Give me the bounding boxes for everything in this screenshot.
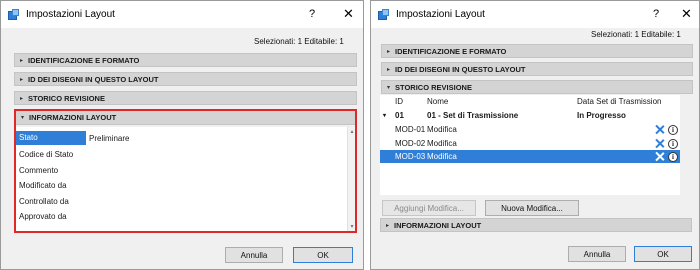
scroll-up-icon[interactable]: ▴ bbox=[348, 128, 356, 135]
property-label: Stato bbox=[16, 131, 86, 145]
collapse-arrow-icon: ▸ bbox=[19, 95, 23, 102]
dialog-title: Impostazioni Layout bbox=[26, 9, 115, 20]
group-row[interactable]: ▾ 01 01 - Set di Trasmissione In Progres… bbox=[380, 109, 680, 122]
section-layout-info[interactable]: ▸ INFORMAZIONI LAYOUT bbox=[380, 218, 692, 232]
section-label: IDENTIFICAZIONE E FORMATO bbox=[28, 55, 140, 65]
row-id: MOD-01 bbox=[395, 125, 426, 134]
ok-button[interactable]: OK bbox=[634, 246, 692, 262]
property-row[interactable]: Stato Preliminare bbox=[16, 130, 347, 146]
property-row[interactable]: Approvato da bbox=[16, 209, 347, 225]
header-date[interactable]: Data Set di Trasmission bbox=[577, 97, 661, 106]
table-row[interactable]: MOD-02 Modifica i bbox=[380, 137, 680, 150]
scroll-down-icon[interactable]: ▾ bbox=[348, 223, 356, 230]
section-label: ID DEI DISEGNI IN QUESTO LAYOUT bbox=[28, 74, 159, 84]
help-icon[interactable]: ? bbox=[309, 8, 315, 20]
close-icon[interactable]: ✕ bbox=[343, 6, 354, 22]
table-row-selected[interactable]: MOD-03 Modifica i bbox=[380, 150, 680, 163]
section-drawing-ids[interactable]: ▸ ID DEI DISEGNI IN QUESTO LAYOUT bbox=[14, 72, 357, 86]
expand-arrow-icon[interactable]: ▾ bbox=[383, 112, 386, 119]
delete-x-icon[interactable] bbox=[654, 151, 665, 162]
group-name: 01 - Set di Trasmissione bbox=[427, 111, 519, 120]
property-row[interactable]: Commento bbox=[16, 163, 347, 179]
delete-x-icon[interactable] bbox=[654, 138, 665, 149]
app-icon bbox=[378, 8, 390, 21]
layout-info-panel: ▾ INFORMAZIONI LAYOUT Stato Preliminare … bbox=[14, 109, 357, 233]
close-icon[interactable]: ✕ bbox=[681, 6, 692, 22]
property-label: Approvato da bbox=[19, 212, 67, 221]
property-label: Controllato da bbox=[19, 197, 69, 206]
header-name[interactable]: Nome bbox=[427, 97, 448, 106]
collapse-arrow-icon: ▸ bbox=[386, 48, 390, 55]
section-label: INFORMAZIONI LAYOUT bbox=[394, 220, 482, 230]
section-revision-history[interactable]: ▸ STORICO REVISIONE bbox=[14, 91, 357, 105]
property-list: Stato Preliminare Codice di Stato Commen… bbox=[16, 127, 355, 231]
section-identification[interactable]: ▸ IDENTIFICAZIONE E FORMATO bbox=[381, 44, 693, 58]
vertical-scrollbar[interactable]: ▴ ▾ bbox=[347, 127, 355, 231]
row-name: Modifica bbox=[427, 152, 457, 161]
revision-table: ID Nome Data Set di Trasmission ▾ 01 01 … bbox=[380, 95, 680, 195]
collapse-arrow-icon: ▸ bbox=[19, 57, 23, 64]
property-label: Commento bbox=[19, 166, 59, 175]
info-icon[interactable]: i bbox=[668, 138, 678, 149]
table-header: ID Nome Data Set di Trasmission bbox=[380, 95, 680, 108]
row-actions: i bbox=[654, 138, 678, 149]
section-drawing-ids[interactable]: ▸ ID DEI DISEGNI IN QUESTO LAYOUT bbox=[381, 62, 693, 76]
section-label: STORICO REVISIONE bbox=[28, 93, 105, 103]
section-identification[interactable]: ▸ IDENTIFICAZIONE E FORMATO bbox=[14, 53, 357, 67]
cancel-button[interactable]: Annulla bbox=[568, 246, 626, 262]
section-label: INFORMAZIONI LAYOUT bbox=[29, 113, 117, 122]
section-label: ID DEI DISEGNI IN QUESTO LAYOUT bbox=[395, 64, 526, 74]
property-row[interactable]: Modificato da bbox=[16, 178, 347, 194]
row-actions: i bbox=[654, 151, 678, 162]
property-value[interactable]: Preliminare bbox=[86, 134, 129, 143]
help-icon[interactable]: ? bbox=[653, 8, 659, 20]
new-change-button[interactable]: Nuova Modifica... bbox=[485, 200, 579, 216]
section-label: IDENTIFICAZIONE E FORMATO bbox=[395, 46, 507, 56]
row-name: Modifica bbox=[427, 139, 457, 148]
property-label: Codice di Stato bbox=[19, 150, 74, 159]
title-bar[interactable]: Impostazioni Layout ? ✕ bbox=[1, 1, 363, 28]
app-icon bbox=[8, 8, 20, 21]
title-bar[interactable]: Impostazioni Layout ? ✕ bbox=[371, 1, 699, 28]
section-layout-info[interactable]: ▾ INFORMAZIONI LAYOUT bbox=[16, 111, 355, 125]
cancel-button[interactable]: Annulla bbox=[225, 247, 283, 263]
expand-arrow-icon: ▾ bbox=[386, 84, 390, 91]
section-revision-history[interactable]: ▾ STORICO REVISIONE bbox=[381, 80, 693, 94]
selection-info: Selezionati: 1 Editabile: 1 bbox=[591, 30, 681, 39]
info-icon[interactable]: i bbox=[668, 151, 678, 162]
dialog-title: Impostazioni Layout bbox=[396, 9, 485, 20]
collapse-arrow-icon: ▸ bbox=[19, 76, 23, 83]
collapse-arrow-icon: ▸ bbox=[386, 66, 390, 73]
row-id: MOD-02 bbox=[395, 139, 426, 148]
property-label: Modificato da bbox=[19, 181, 67, 190]
layout-settings-dialog-left: Impostazioni Layout ? ✕ Selezionati: 1 E… bbox=[0, 0, 364, 270]
ok-button[interactable]: OK bbox=[293, 247, 353, 263]
selection-info: Selezionati: 1 Editabile: 1 bbox=[254, 37, 344, 46]
row-name: Modifica bbox=[427, 125, 457, 134]
property-row[interactable]: Codice di Stato bbox=[16, 147, 347, 163]
row-id: MOD-03 bbox=[395, 152, 426, 161]
property-row[interactable]: Controllato da bbox=[16, 194, 347, 210]
header-id[interactable]: ID bbox=[395, 97, 403, 106]
row-actions: i bbox=[654, 124, 678, 135]
expand-arrow-icon: ▾ bbox=[20, 115, 24, 121]
info-icon[interactable]: i bbox=[668, 124, 678, 135]
collapse-arrow-icon: ▸ bbox=[385, 222, 389, 229]
group-id: 01 bbox=[395, 111, 404, 120]
delete-x-icon[interactable] bbox=[654, 124, 665, 135]
table-row[interactable]: MOD-01 Modifica i bbox=[380, 123, 680, 136]
section-label: STORICO REVISIONE bbox=[395, 82, 472, 92]
group-status: In Progresso bbox=[577, 111, 626, 120]
add-change-button[interactable]: Aggiungi Modifica... bbox=[382, 200, 476, 216]
